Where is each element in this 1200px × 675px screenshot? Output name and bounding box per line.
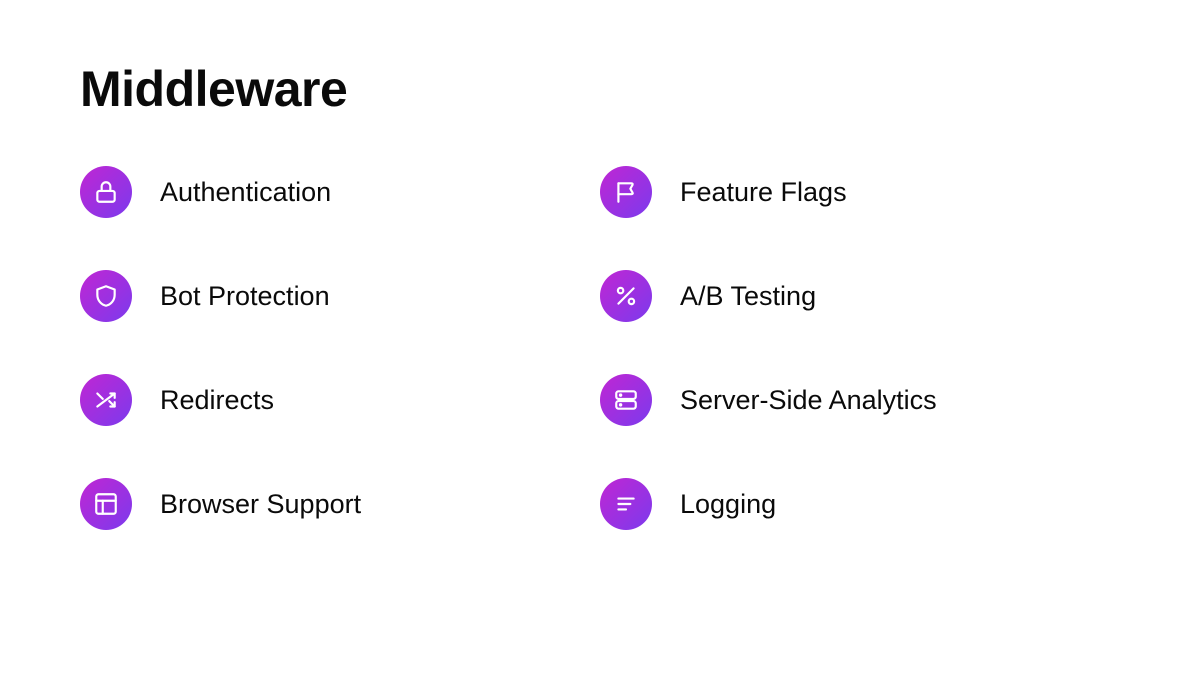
flag-icon (600, 166, 652, 218)
feature-label: Bot Protection (160, 281, 330, 312)
feature-item-feature-flags: Feature Flags (600, 166, 1080, 218)
feature-item-browser-support: Browser Support (80, 478, 560, 530)
feature-label: Feature Flags (680, 177, 847, 208)
feature-label: Server-Side Analytics (680, 385, 937, 416)
feature-label: Authentication (160, 177, 331, 208)
feature-item-logging: Logging (600, 478, 1080, 530)
shuffle-icon (80, 374, 132, 426)
feature-label: Browser Support (160, 489, 361, 520)
feature-item-bot-protection: Bot Protection (80, 270, 560, 322)
lock-icon (80, 166, 132, 218)
percent-icon (600, 270, 652, 322)
feature-label: A/B Testing (680, 281, 816, 312)
feature-label: Logging (680, 489, 776, 520)
layout-icon (80, 478, 132, 530)
page-title: Middleware (80, 60, 1120, 118)
logs-icon (600, 478, 652, 530)
feature-item-authentication: Authentication (80, 166, 560, 218)
shield-icon (80, 270, 132, 322)
feature-item-redirects: Redirects (80, 374, 560, 426)
feature-grid: Authentication Feature Flags Bot Protect… (80, 166, 1080, 530)
feature-item-server-analytics: Server-Side Analytics (600, 374, 1080, 426)
feature-label: Redirects (160, 385, 274, 416)
feature-item-ab-testing: A/B Testing (600, 270, 1080, 322)
server-icon (600, 374, 652, 426)
